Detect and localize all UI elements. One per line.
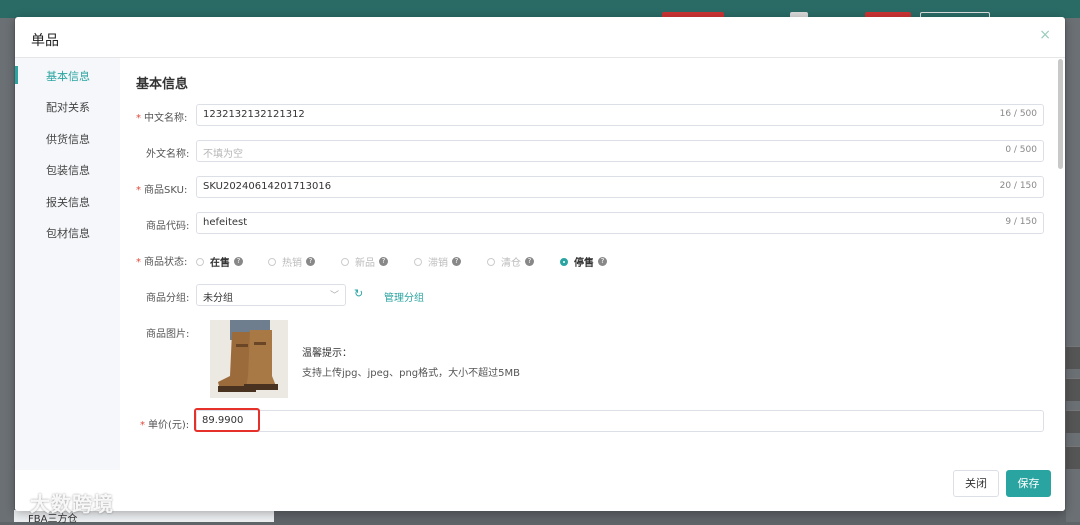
save-button[interactable]: 保存 bbox=[1006, 470, 1051, 497]
status-label: * 商品状态: bbox=[136, 257, 188, 268]
background-header bbox=[0, 0, 1080, 18]
image-tip-text: 支持上传jpg、jpeg、png格式，大小不超过5MB bbox=[302, 368, 520, 379]
boots-image bbox=[210, 320, 288, 398]
char-counter: 20 / 150 bbox=[999, 181, 1037, 191]
sku-input[interactable]: SKU20240614201713016 20 / 150 bbox=[196, 176, 1044, 198]
chevron-down-icon: ﹀ bbox=[329, 291, 339, 301]
required-mark: * bbox=[140, 420, 145, 431]
required-mark: * bbox=[136, 185, 141, 196]
help-icon[interactable]: ? bbox=[452, 257, 461, 266]
status-option-hot: 热销? bbox=[268, 254, 315, 269]
dialog-sidebar: 基本信息 配对关系 供货信息 包装信息 报关信息 包材信息 bbox=[15, 58, 120, 470]
sidebar-item-materials[interactable]: 包材信息 bbox=[46, 225, 90, 241]
status-option-discontinued[interactable]: 停售? bbox=[560, 254, 607, 269]
group-select[interactable]: 未分组 ﹀ bbox=[196, 284, 346, 306]
price-input[interactable] bbox=[196, 410, 1044, 432]
help-icon[interactable]: ? bbox=[379, 257, 388, 266]
cn-name-input[interactable]: 1232132132121312 16 / 500 bbox=[196, 104, 1044, 126]
required-mark: * bbox=[136, 113, 141, 124]
image-label: 商品图片: bbox=[146, 329, 190, 340]
image-tip-title: 温馨提示： bbox=[302, 348, 352, 359]
watermark: 大数跨境 bbox=[30, 492, 114, 516]
close-button[interactable]: 关闭 bbox=[953, 470, 999, 497]
status-option-slow: 滞销? bbox=[414, 254, 461, 269]
product-image[interactable] bbox=[210, 320, 288, 398]
background-button bbox=[1066, 378, 1080, 401]
sku-label: * 商品SKU: bbox=[136, 185, 188, 196]
sidebar-item-packaging[interactable]: 包装信息 bbox=[46, 162, 90, 178]
help-icon[interactable]: ? bbox=[525, 257, 534, 266]
dialog-header: 单品 × bbox=[15, 17, 1065, 58]
close-icon[interactable]: × bbox=[1039, 27, 1051, 43]
code-value: hefeitest bbox=[203, 217, 248, 228]
product-dialog: 单品 × 基本信息 配对关系 供货信息 包装信息 报关信息 包材信息 基本信息 … bbox=[15, 17, 1065, 511]
sidebar-item-pairing[interactable]: 配对关系 bbox=[46, 99, 90, 115]
group-label: 商品分组: bbox=[146, 293, 190, 304]
dialog-footer: 关闭 保存 bbox=[15, 470, 1065, 511]
help-icon[interactable]: ? bbox=[234, 257, 243, 266]
background-button bbox=[1066, 446, 1080, 469]
radio-dot-checked bbox=[560, 257, 568, 266]
sidebar-item-customs[interactable]: 报关信息 bbox=[46, 194, 90, 210]
group-value: 未分组 bbox=[203, 293, 233, 304]
foreign-name-input[interactable]: 不填为空 0 / 500 bbox=[196, 140, 1044, 162]
price-label: * 单价(元): bbox=[140, 420, 190, 431]
section-title: 基本信息 bbox=[136, 77, 189, 92]
char-counter: 0 / 500 bbox=[1005, 145, 1037, 155]
refresh-icon[interactable]: ↻ bbox=[354, 287, 363, 300]
dialog-content: 基本信息 * 中文名称: 1232132132121312 16 / 500 外文… bbox=[120, 58, 1065, 470]
help-icon[interactable]: ? bbox=[598, 257, 607, 266]
manage-group-link[interactable]: 管理分组 bbox=[384, 289, 424, 304]
active-indicator bbox=[15, 66, 18, 84]
help-icon[interactable]: ? bbox=[306, 257, 315, 266]
radio-dot bbox=[268, 257, 276, 266]
dialog-title: 单品 bbox=[31, 33, 59, 49]
foreign-name-label: 外文名称: bbox=[146, 149, 190, 160]
radio-dot bbox=[487, 257, 495, 266]
radio-dot bbox=[341, 257, 349, 266]
scrollbar[interactable] bbox=[1058, 59, 1063, 169]
radio-dot bbox=[414, 257, 422, 266]
sidebar-item-basic-info[interactable]: 基本信息 bbox=[46, 68, 90, 84]
background-button bbox=[1066, 410, 1080, 433]
required-mark: * bbox=[136, 257, 141, 268]
background-sidebar bbox=[0, 18, 14, 522]
cn-name-label: * 中文名称: bbox=[136, 113, 188, 124]
code-label: 商品代码: bbox=[146, 221, 190, 232]
background-button bbox=[1066, 346, 1080, 369]
status-option-new: 新品? bbox=[341, 254, 388, 269]
cn-name-value: 1232132132121312 bbox=[203, 109, 305, 120]
sidebar-item-supply[interactable]: 供货信息 bbox=[46, 131, 90, 147]
code-input[interactable]: hefeitest 9 / 150 bbox=[196, 212, 1044, 234]
status-option-clearance: 清仓? bbox=[487, 254, 534, 269]
foreign-name-placeholder: 不填为空 bbox=[203, 149, 243, 160]
radio-dot bbox=[196, 257, 204, 266]
char-counter: 9 / 150 bbox=[1005, 217, 1037, 227]
status-option-on-sale[interactable]: 在售? bbox=[196, 254, 243, 269]
char-counter: 16 / 500 bbox=[999, 109, 1037, 119]
sku-value: SKU20240614201713016 bbox=[203, 181, 332, 192]
price-value: 89.9900 bbox=[202, 415, 244, 426]
